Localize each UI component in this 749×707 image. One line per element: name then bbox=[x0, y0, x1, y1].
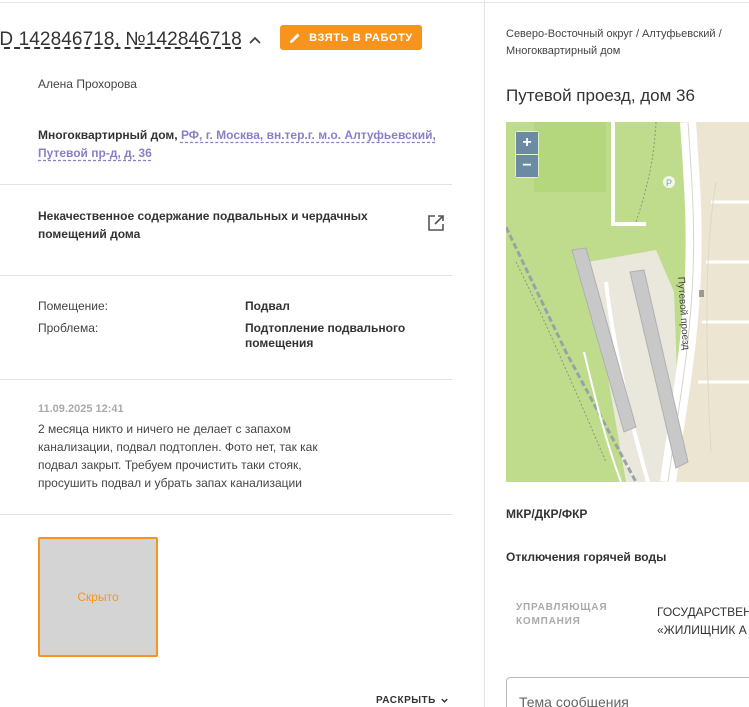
parking-label: P bbox=[666, 178, 672, 188]
address-prefix: Многоквартирный дом, bbox=[38, 128, 178, 142]
zoom-out-button[interactable]: − bbox=[516, 155, 538, 177]
expand-label: РАСКРЫТЬ bbox=[376, 695, 436, 706]
map-canvas[interactable]: P Путевой проезд bbox=[506, 122, 749, 482]
ticket-panel: ID 142846718, №142846718 ВЗЯТЬ В РАБОТУ … bbox=[0, 0, 485, 707]
uk-value-line-1: ГОСУДАРСТВЕН bbox=[657, 605, 749, 619]
chevron-down-icon bbox=[441, 698, 448, 703]
building-map[interactable]: P Путевой проезд + − bbox=[506, 122, 749, 482]
take-to-work-label: ВЗЯТЬ В РАБОТУ bbox=[309, 31, 413, 44]
uk-value-line-2: «ЖИЛИЩНИК А bbox=[657, 623, 747, 637]
ticket-author: Алена Прохорова bbox=[38, 77, 137, 91]
divider bbox=[0, 184, 452, 185]
message-subject-input[interactable] bbox=[506, 677, 749, 707]
map-zoom-controls: + − bbox=[515, 131, 539, 178]
field-value-room: Подвал bbox=[245, 299, 290, 313]
field-label-room: Помещение: bbox=[38, 299, 108, 313]
field-value-problem: Подтопление подвального помещения bbox=[245, 321, 406, 350]
divider bbox=[0, 379, 452, 380]
ticket-address: Многоквартирный дом, РФ, г. Москва, вн.т… bbox=[38, 126, 438, 162]
uk-value: ГОСУДАРСТВЕН «ЖИЛИЩНИК А bbox=[657, 603, 749, 639]
field-label-problem: Проблема: bbox=[38, 321, 99, 335]
external-link-icon[interactable] bbox=[427, 214, 445, 232]
ticket-title[interactable]: ID 142846718, №142846718 bbox=[0, 29, 242, 51]
zoom-in-button[interactable]: + bbox=[516, 132, 538, 154]
divider bbox=[0, 514, 452, 515]
breadcrumb-line-2[interactable]: Многоквартирный дом bbox=[506, 43, 749, 60]
ticket-category: Некачественное содержание подвальных и ч… bbox=[38, 209, 368, 241]
uk-label: УПРАВЛЯЮЩАЯ КОМПАНИЯ bbox=[516, 602, 608, 627]
divider bbox=[0, 275, 452, 276]
building-panel: Северо-Восточный округ / Алтуфьевский / … bbox=[486, 0, 749, 707]
message-text: 2 месяца никто и ничего не делает с запа… bbox=[38, 422, 318, 490]
hidden-attachment[interactable]: Скрыто bbox=[38, 537, 158, 657]
hidden-attachment-label: Скрыто bbox=[77, 590, 119, 604]
section-hot-water[interactable]: Отключения горячей воды bbox=[506, 550, 666, 564]
take-to-work-button[interactable]: ВЗЯТЬ В РАБОТУ bbox=[280, 25, 422, 50]
expand-button[interactable]: РАСКРЫТЬ bbox=[376, 695, 449, 706]
message-date: 11.09.2025 12:41 bbox=[38, 403, 124, 415]
chevron-up-icon[interactable] bbox=[248, 33, 262, 47]
pencil-icon bbox=[290, 33, 300, 43]
ticket-header[interactable]: ID 142846718, №142846718 bbox=[0, 26, 262, 54]
section-mkr[interactable]: МКР/ДКР/ФКР bbox=[506, 507, 587, 521]
breadcrumb-line-1[interactable]: Северо-Восточный округ / Алтуфьевский / bbox=[506, 26, 749, 43]
breadcrumb: Северо-Восточный округ / Алтуфьевский / … bbox=[506, 26, 749, 60]
building-title: Путевой проезд, дом 36 bbox=[506, 86, 695, 105]
